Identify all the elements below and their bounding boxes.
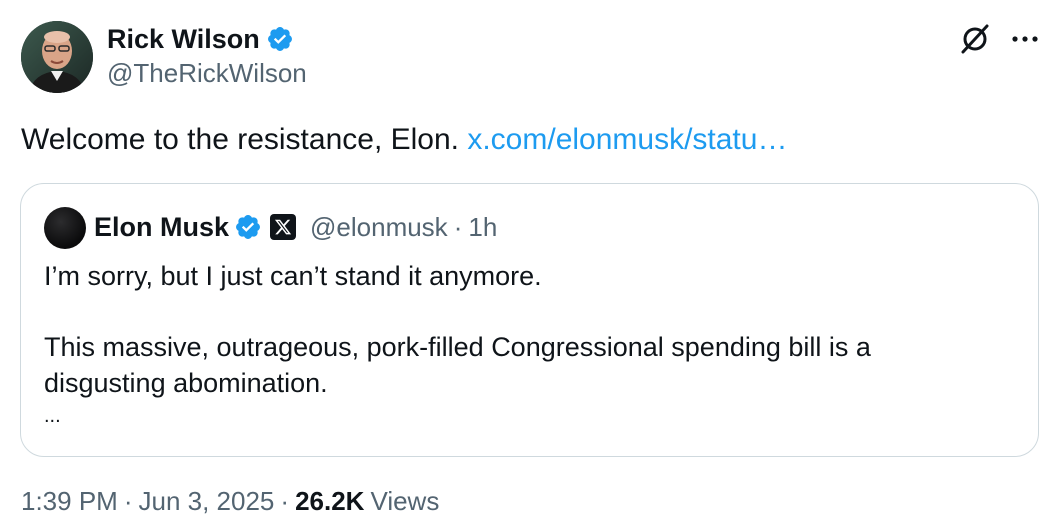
tweet-link[interactable]: x.com/elonmusk/statu… [467, 123, 787, 156]
quoted-text-line: disgusting abomination. [44, 368, 328, 398]
quoted-timestamp[interactable]: 1h [468, 212, 497, 243]
quoted-text-line: This massive, outrageous, pork-filled Co… [44, 332, 871, 362]
avatar-photo-icon [21, 21, 93, 93]
quoted-author-handle[interactable]: @elonmusk [310, 212, 448, 243]
tweet-time[interactable]: 1:39 PM [21, 486, 118, 517]
views-label: Views [370, 486, 440, 516]
tweet-date[interactable]: Jun 3, 2025 [139, 486, 275, 517]
verified-badge-icon[interactable] [266, 25, 294, 53]
quoted-verified-badge-icon[interactable] [234, 213, 262, 241]
quoted-separator: · [453, 211, 463, 242]
x-logo-icon[interactable] [270, 214, 297, 240]
tweet-text: Welcome to the resistance, Elon. x.com/e… [21, 120, 787, 160]
views-count: 26.2K [295, 486, 365, 516]
quoted-author-avatar[interactable] [44, 207, 86, 249]
quoted-text-line: I’m sorry, but I just can’t stand it any… [44, 261, 542, 291]
quoted-tweet[interactable]: Elon Musk @elonmusk · 1h I’m sorry, but … [20, 183, 1039, 457]
grok-icon[interactable] [958, 22, 992, 56]
quoted-author-display-name[interactable]: Elon Musk [94, 212, 229, 243]
tweet-text-content: Welcome to the resistance, Elon. [21, 123, 459, 156]
author-avatar[interactable] [21, 21, 93, 93]
author-display-name[interactable]: Rick Wilson [107, 24, 260, 55]
quoted-text-ellipsis: ... [44, 405, 61, 427]
meta-separator: · [123, 486, 133, 516]
author-handle[interactable]: @TheRickWilson [107, 58, 307, 89]
tweet-meta: 1:39 PM · Jun 3, 2025 · 26.2K Views [21, 486, 439, 517]
author-name-row: Rick Wilson [107, 22, 294, 56]
more-options-icon[interactable] [1008, 25, 1042, 53]
tweet[interactable]: Rick Wilson @TheRickWilson Welcome to th… [0, 0, 1060, 532]
quoted-tweet-header: Elon Musk @elonmusk · 1h [94, 209, 497, 245]
meta-separator: · [280, 486, 290, 516]
